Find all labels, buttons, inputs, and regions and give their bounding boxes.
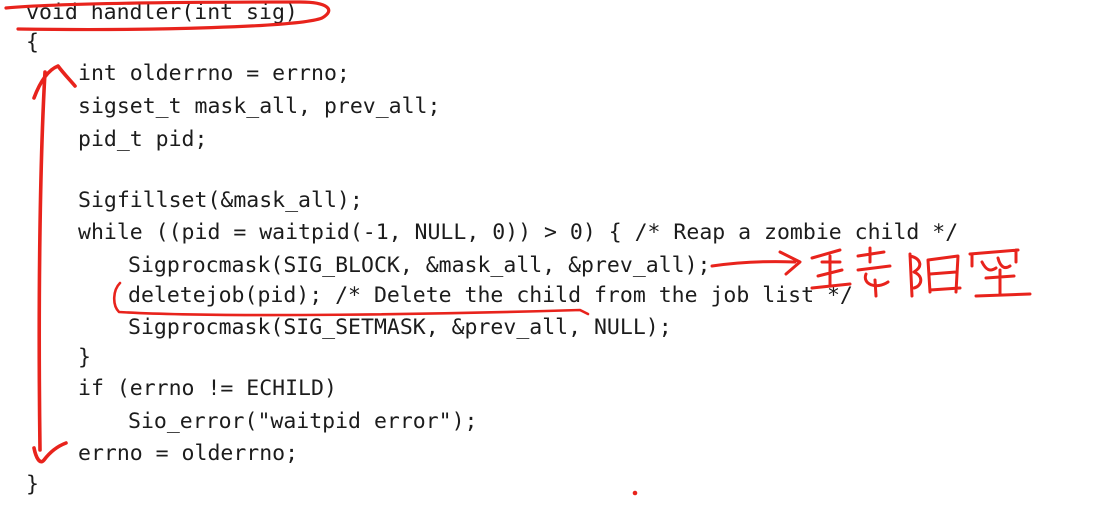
ink-dot (632, 490, 638, 496)
block-note-arrow (710, 250, 802, 276)
code-line-sigset-decl: sigset_t mask_all, prev_all; (78, 94, 441, 119)
code-line-restore-errno: errno = olderrno; (78, 441, 299, 466)
code-line-if-errno: if (errno != ECHILD) (78, 376, 337, 401)
code-line-close-brace: } (26, 472, 39, 497)
code-line-sigprocmask-block: Sigprocmask(SIG_BLOCK, &mask_all, &prev_… (128, 253, 711, 278)
function-signature: void handler(int sig) (26, 0, 298, 25)
code-line-sio-error: Sio_error("waitpid error"); (128, 409, 478, 434)
code-line-olderrno-decl: int olderrno = errno; (78, 61, 350, 86)
note-glyph-4 (968, 248, 1032, 298)
body-range-arrow-top (32, 64, 77, 100)
body-range-arrow-shaft (37, 70, 47, 452)
code-line-close-while: } (78, 345, 91, 370)
code-line-open-brace: { (26, 30, 39, 55)
code-line-deletejob: deletejob(pid); /* Delete the child from… (128, 283, 853, 308)
note-glyph-3 (908, 252, 962, 298)
code-line-while: while ((pid = waitpid(-1, NULL, 0)) > 0)… (78, 220, 959, 245)
code-line-sigprocmask-setmask: Sigprocmask(SIG_SETMASK, &prev_all, NULL… (128, 315, 672, 340)
code-line-sigfillset: Sigfillset(&mask_all); (78, 188, 363, 213)
annotated-code-page: void handler(int sig) { int olderrno = e… (0, 0, 1119, 519)
note-glyph-2 (856, 246, 892, 298)
code-line-pid-decl: pid_t pid; (78, 127, 208, 152)
body-range-arrow-bottom (32, 441, 68, 464)
